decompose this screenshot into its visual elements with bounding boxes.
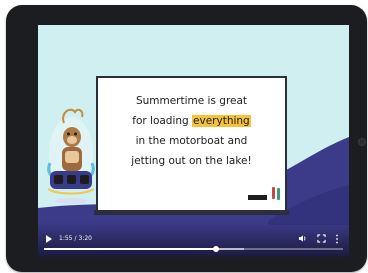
progress-played (44, 248, 216, 250)
current-time: 1:55 (59, 235, 73, 242)
eraser (248, 195, 267, 200)
more-options-icon[interactable] (335, 234, 339, 244)
tablet-frame: Summertime is great for loading everythi… (6, 5, 367, 272)
green-marker (277, 188, 280, 200)
fullscreen-icon[interactable] (317, 234, 326, 243)
volume-icon[interactable] (298, 234, 307, 243)
caption-line: in the motorboat and (135, 135, 248, 147)
play-icon[interactable] (46, 235, 52, 243)
player-controls: 1:55/3:20 (38, 222, 349, 257)
caption-text: Summertime is great for loading everythi… (98, 91, 285, 171)
progress-bar[interactable] (44, 246, 343, 252)
whiteboard-tray (94, 210, 289, 215)
red-marker (272, 187, 275, 199)
caption-line: jetting out on the lake! (131, 155, 252, 167)
tablet-camera (358, 138, 366, 146)
highlighted-word: everything (192, 115, 251, 127)
time-display: 1:55/3:20 (59, 234, 92, 243)
time-separator: / (74, 235, 77, 242)
robot-bear-character (47, 108, 95, 204)
caption-line: Summertime is great (135, 95, 248, 107)
caption-line: for loading everything (132, 115, 251, 127)
duration: 3:20 (78, 235, 92, 242)
progress-handle[interactable] (212, 246, 219, 252)
whiteboard: Summertime is great for loading everythi… (96, 76, 287, 212)
video-player[interactable]: Summertime is great for loading everythi… (38, 25, 349, 257)
